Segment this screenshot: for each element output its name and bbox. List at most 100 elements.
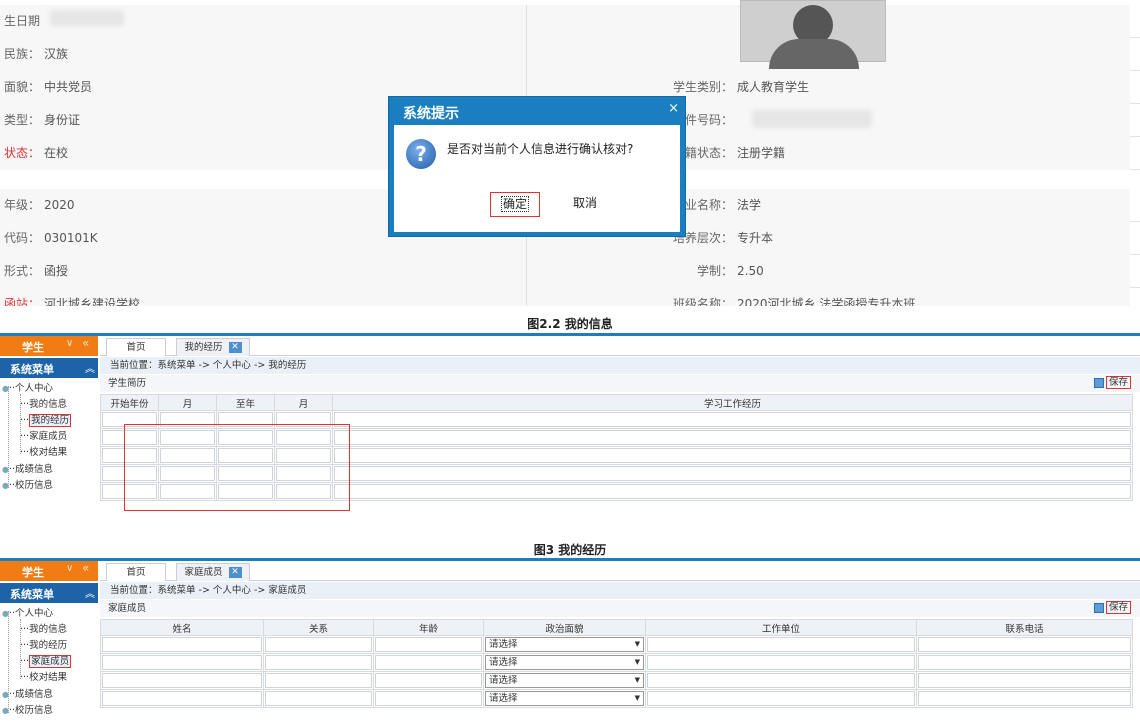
text-input[interactable] (918, 655, 1131, 670)
redacted-id-number (752, 110, 872, 128)
info-row: 生日期 (0, 5, 1140, 38)
menu-header[interactable]: 系统菜单 ︽ (0, 583, 98, 603)
text-input[interactable] (918, 691, 1131, 706)
tab-family[interactable]: 家庭成员 ✕ (176, 563, 250, 581)
tree-group-grades[interactable]: ●··成绩信息 (2, 461, 53, 475)
text-input[interactable] (647, 691, 915, 706)
text-input[interactable] (265, 673, 372, 688)
text-input[interactable] (647, 637, 915, 652)
chevron-down-icon[interactable]: ∨ (66, 563, 73, 574)
text-input[interactable] (102, 655, 262, 670)
confirm-button[interactable]: 确定 (490, 192, 540, 217)
text-input[interactable] (102, 691, 262, 706)
info-right-value: 成人教育学生 (737, 80, 810, 94)
main-content: 首页 家庭成员 ✕ 当前位置：系统菜单 -> 个人中心 -> 家庭成员 家庭成员 … (100, 561, 1140, 724)
collapse-icon[interactable]: « (82, 336, 89, 350)
menu-item-check-result[interactable]: ···校对结果 (20, 444, 67, 458)
text-input[interactable] (375, 691, 482, 706)
text-input[interactable] (102, 673, 262, 688)
tab-home[interactable]: 首页 (106, 563, 166, 581)
chevron-up-icon[interactable]: ︽ (85, 585, 95, 600)
text-input[interactable] (334, 448, 1131, 463)
collapse-icon[interactable]: « (82, 561, 89, 575)
panel-title: 学生简历 (100, 375, 1140, 392)
text-input[interactable] (375, 673, 482, 688)
info-label: 类型： (3, 113, 40, 127)
info-right-label: 班级名称： (672, 297, 733, 306)
dialog-message: 是否对当前个人信息进行确认核对? (447, 142, 634, 156)
political-status-select[interactable]: 请选择 ▼ (485, 637, 644, 652)
text-input[interactable] (647, 673, 915, 688)
info-label: 面貌： (3, 80, 40, 94)
tab-bar: 首页 我的经历 ✕ (100, 336, 1140, 356)
political-status-select[interactable]: 请选择 ▼ (485, 655, 644, 670)
save-icon (1093, 377, 1104, 388)
cancel-button[interactable]: 取消 (560, 192, 610, 217)
menu-title: 系统菜单 (10, 363, 54, 376)
role-label: 学生 (22, 566, 44, 579)
text-input[interactable] (334, 466, 1131, 481)
tree-group-grades[interactable]: ●··成绩信息 (2, 686, 53, 700)
info-value: 中共党员 (44, 80, 93, 94)
tab-bar: 首页 家庭成员 ✕ (100, 561, 1140, 581)
column-header: 政治面貌 (483, 619, 646, 636)
text-input[interactable] (918, 637, 1131, 652)
menu-item-check-result[interactable]: ···校对结果 (20, 669, 67, 683)
role-header[interactable]: 学生 ∨ « (0, 336, 98, 356)
text-input[interactable] (334, 412, 1131, 427)
menu-item-my-experience[interactable]: ···我的经历 (20, 637, 67, 651)
tree-group-calendar[interactable]: ●··校历信息 (2, 702, 53, 716)
text-input[interactable] (265, 691, 372, 706)
close-icon[interactable]: × (668, 101, 679, 116)
personal-info-panel: 生日期 民族： 汉族 面貌： 中共党员 学生类别： 成人教育学生 类型： 身份证 件号码： 状态：在… (0, 0, 1140, 306)
menu-item-my-info[interactable]: ···我的信息 (20, 396, 67, 410)
save-button[interactable]: 保存 (1093, 601, 1131, 617)
text-input[interactable] (918, 673, 1131, 688)
text-input[interactable] (265, 637, 372, 652)
menu-item-my-experience[interactable]: ···我的经历 (20, 412, 72, 427)
text-input[interactable] (334, 484, 1131, 499)
info-value: 在校 (44, 146, 69, 160)
info-right-value: 2020河北城乡 法学函授专升本班 (737, 297, 916, 306)
menu-item-my-info[interactable]: ···我的信息 (20, 621, 67, 635)
text-input[interactable] (102, 637, 262, 652)
tab-my-experience[interactable]: 我的经历 ✕ (176, 338, 250, 356)
column-header: 月 (158, 394, 217, 411)
close-icon[interactable]: ✕ (228, 567, 242, 578)
menu-item-family[interactable]: ···家庭成员 (20, 428, 67, 442)
save-button[interactable]: 保存 (1093, 376, 1131, 392)
dialog-title: 系统提示 (403, 106, 459, 122)
menu-header[interactable]: 系统菜单 ︽ (0, 358, 98, 378)
tab-home[interactable]: 首页 (106, 338, 166, 356)
breadcrumb: 当前位置：系统菜单 -> 个人中心 -> 我的经历 (100, 357, 1140, 374)
main-content: 首页 我的经历 ✕ 当前位置：系统菜单 -> 个人中心 -> 我的经历 学生简历 … (100, 336, 1140, 529)
column-header: 工作单位 (645, 619, 917, 636)
column-header: 联系电话 (916, 619, 1133, 636)
role-header[interactable]: 学生 ∨ « (0, 561, 98, 581)
text-input[interactable] (647, 655, 915, 670)
chevron-up-icon[interactable]: ︽ (85, 360, 95, 375)
table-row: 请选择 ▼ (100, 671, 1133, 690)
text-input[interactable] (375, 637, 482, 652)
menu-item-family[interactable]: ···家庭成员 (20, 653, 72, 668)
menu-title: 系统菜单 (10, 588, 54, 601)
tree-group-calendar[interactable]: ●··校历信息 (2, 477, 53, 491)
family-screen: 学生 ∨ « 系统菜单 ︽ ●··个人中心 ···我的信息 ···我的经历 ··… (0, 558, 1140, 724)
chevron-down-icon[interactable]: ∨ (66, 338, 73, 349)
political-status-select[interactable]: 请选择 ▼ (485, 673, 644, 688)
column-header: 至年 (216, 394, 275, 411)
text-input[interactable] (334, 430, 1131, 445)
text-input[interactable] (265, 655, 372, 670)
political-status-select[interactable]: 请选择 ▼ (485, 691, 644, 706)
confirm-button-label: 确定 (500, 196, 529, 212)
table-row: 请选择 ▼ (100, 635, 1133, 654)
info-value: 函授 (44, 264, 69, 278)
tree-root-personal[interactable]: ●··个人中心 (2, 380, 53, 394)
info-label: 形式： (3, 264, 40, 278)
highlight-box (124, 424, 350, 511)
sidebar: 学生 ∨ « 系统菜单 ︽ ●··个人中心 ···我的信息 ···我的经历 ··… (0, 561, 98, 724)
info-label: 生日期 (3, 14, 40, 28)
close-icon[interactable]: ✕ (228, 342, 242, 353)
text-input[interactable] (375, 655, 482, 670)
tree-root-personal[interactable]: ●··个人中心 (2, 605, 53, 619)
